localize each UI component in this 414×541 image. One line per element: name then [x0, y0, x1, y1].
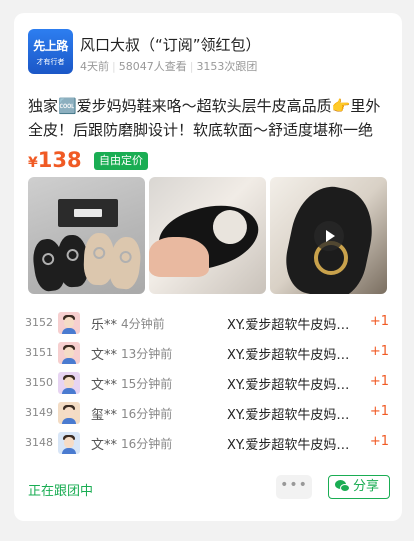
- follow-count: 3153次跟团: [196, 60, 258, 73]
- follower-avatar: [58, 372, 80, 394]
- shop-title[interactable]: 风口大叔（“订阅”领红包）: [80, 34, 261, 55]
- follower-avatar: [58, 432, 80, 454]
- follower-time: 13分钟前: [121, 347, 173, 361]
- follower-quantity: +1: [369, 344, 389, 359]
- shoe-shape: [107, 235, 143, 291]
- follower-avatar: [58, 342, 80, 364]
- follower-product: XY.爱步超软牛皮妈妈鞋: [227, 378, 359, 393]
- product-image-2[interactable]: [149, 177, 266, 294]
- play-icon[interactable]: [314, 221, 344, 251]
- follower-quantity: +1: [369, 314, 389, 329]
- follower-time: 15分钟前: [121, 377, 173, 391]
- price-tag-badge: 自由定价: [94, 152, 148, 170]
- post-time: 4天前: [80, 60, 109, 73]
- meta-divider: |: [112, 60, 116, 73]
- follower-index: 3148: [25, 436, 53, 449]
- follower-index: 3151: [25, 346, 53, 359]
- product-video-thumbnail[interactable]: [270, 177, 387, 294]
- currency-symbol: ¥: [28, 155, 38, 171]
- post-meta: 4天前 | 58047人查看 | 3153次跟团: [80, 58, 257, 74]
- shoe-box: [58, 199, 118, 227]
- follower-product: XY.爱步超软牛皮妈妈鞋: [227, 318, 359, 333]
- price-value: 138: [37, 148, 82, 172]
- follower-quantity: +1: [369, 434, 389, 449]
- more-button[interactable]: •••: [276, 475, 312, 499]
- share-label: 分享: [353, 479, 380, 494]
- follower-product: XY.爱步超软牛皮妈妈鞋: [227, 348, 359, 363]
- follower-index: 3149: [25, 406, 53, 419]
- group-buy-card[interactable]: 先上路 才有行者 风口大叔（“订阅”领红包） 4天前 | 58047人查看 | 3153…: [14, 13, 402, 521]
- follower-index: 3152: [25, 316, 53, 329]
- follower-time: 16分钟前: [121, 407, 173, 421]
- follower-name: 文**: [91, 378, 118, 393]
- follower-name: 玺**: [91, 408, 118, 423]
- follower-row[interactable]: 3148 文** 16分钟前 XY.爱步超软牛皮妈妈鞋 +1: [14, 429, 402, 459]
- follower-avatar: [58, 402, 80, 424]
- wechat-icon: [335, 480, 350, 493]
- avatar-text-big: 先上路: [33, 39, 68, 53]
- product-description[interactable]: 独家🆒爱步妈妈鞋来咯～超软头层牛皮高品质👉里外全皮！后跟防磨脚设计！软底软面～舒…: [28, 94, 392, 142]
- follower-name: 文**: [91, 438, 118, 453]
- shop-avatar[interactable]: 先上路 才有行者: [28, 29, 73, 74]
- follower-product: XY.爱步超软牛皮妈妈鞋: [227, 438, 359, 453]
- product-image-1[interactable]: [28, 177, 145, 294]
- follower-row[interactable]: 3150 文** 15分钟前 XY.爱步超软牛皮妈妈鞋 +1: [14, 369, 402, 399]
- hand-shape: [149, 237, 209, 277]
- view-count: 58047人查看: [118, 60, 187, 73]
- follower-row[interactable]: 3151 文** 13分钟前 XY.爱步超软牛皮妈妈鞋 +1: [14, 339, 402, 369]
- meta-divider: |: [189, 60, 194, 73]
- follower-avatar: [58, 312, 80, 334]
- follower-time: 16分钟前: [121, 437, 173, 451]
- follower-name: 乐**: [91, 318, 118, 333]
- avatar-text-small: 才有行者: [36, 58, 65, 66]
- group-status: 正在跟团中: [28, 484, 94, 499]
- follower-name: 文**: [91, 348, 118, 363]
- follower-time: 4分钟前: [121, 317, 165, 331]
- follower-product: XY.爱步超软牛皮妈妈鞋: [227, 408, 359, 423]
- follower-row[interactable]: 3152 乐** 4分钟前 XY.爱步超软牛皮妈妈鞋 +1: [14, 309, 402, 339]
- follower-quantity: +1: [369, 404, 389, 419]
- follower-row[interactable]: 3149 玺** 16分钟前 XY.爱步超软牛皮妈妈鞋 +1: [14, 399, 402, 429]
- price: ¥138: [28, 148, 82, 172]
- follower-index: 3150: [25, 376, 53, 389]
- follower-quantity: +1: [369, 374, 389, 389]
- share-button[interactable]: 分享: [328, 475, 390, 499]
